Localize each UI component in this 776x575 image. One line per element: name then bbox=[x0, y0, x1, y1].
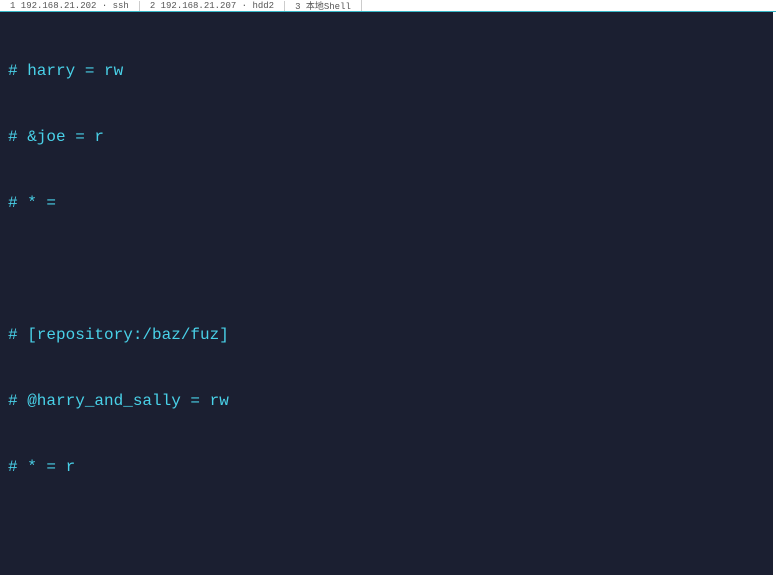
tab-1[interactable]: 1 192.168.21.202 · ssh bbox=[0, 1, 140, 11]
code-line: # @harry_and_sally = rw bbox=[8, 392, 229, 410]
tab-2[interactable]: 2 192.168.21.207 · hdd2 bbox=[140, 1, 285, 11]
tab-3[interactable]: 3 本地Shell bbox=[285, 0, 362, 12]
editor-area[interactable]: # harry = rw # &joe = r # * = # [reposit… bbox=[0, 12, 776, 575]
code-line: # &joe = r bbox=[8, 128, 104, 146]
code-line: # * = r bbox=[8, 458, 75, 476]
code-line: # harry = rw bbox=[8, 62, 123, 80]
code-line: # * = bbox=[8, 194, 56, 212]
code-line: # [repository:/baz/fuz] bbox=[8, 326, 229, 344]
tab-bar: 1 192.168.21.202 · ssh 2 192.168.21.207 … bbox=[0, 0, 776, 12]
